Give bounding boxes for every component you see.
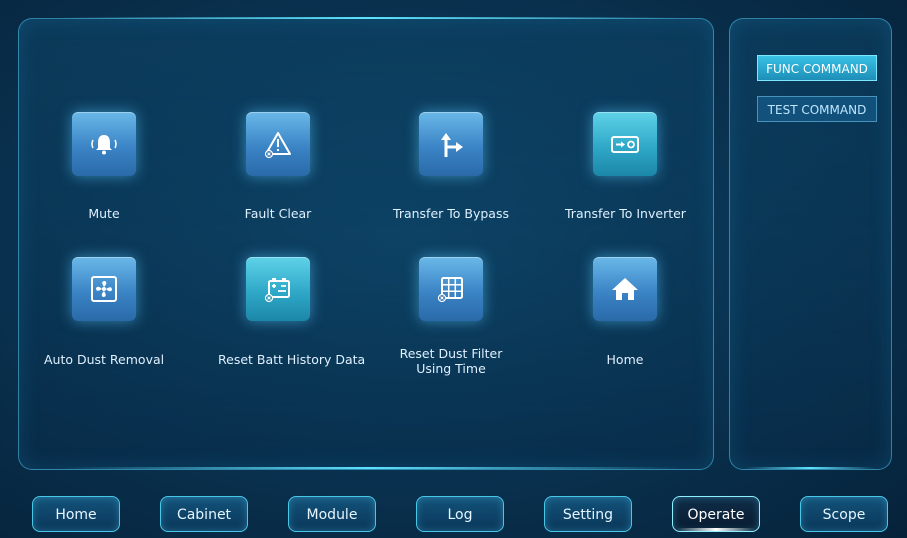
func-command-button[interactable]: FUNC COMMAND bbox=[757, 55, 877, 81]
panel-top-glow bbox=[60, 17, 680, 19]
auto-dust-removal-label: Auto Dust Removal bbox=[44, 352, 165, 367]
side-bottom-glow bbox=[745, 467, 875, 469]
nav-cabinet[interactable]: Cabinet bbox=[160, 496, 248, 532]
transfer-to-inverter-button[interactable] bbox=[593, 112, 657, 176]
auto-dust-removal-button[interactable] bbox=[72, 257, 136, 321]
fan-icon bbox=[91, 276, 117, 302]
bypass-arrow-icon bbox=[441, 133, 463, 157]
reset-dust-filter-label: Reset Dust Filter Using Time bbox=[391, 346, 511, 376]
nav-module[interactable]: Module bbox=[288, 496, 376, 532]
nav-log[interactable]: Log bbox=[416, 496, 504, 532]
reset-dust-filter-label-line2: Using Time bbox=[416, 361, 486, 376]
transfer-to-bypass-button[interactable] bbox=[419, 112, 483, 176]
filter-grid-icon bbox=[437, 277, 463, 303]
function-panel bbox=[18, 18, 714, 470]
transfer-to-inverter-label: Transfer To Inverter bbox=[565, 206, 686, 221]
fault-clear-label: Fault Clear bbox=[244, 206, 312, 221]
reset-dust-filter-button[interactable] bbox=[419, 257, 483, 321]
reset-batt-history-label: Reset Batt History Data bbox=[218, 352, 366, 367]
battery-reset-icon bbox=[264, 278, 290, 303]
home-action-button[interactable] bbox=[593, 257, 657, 321]
nav-active-indicator bbox=[677, 528, 755, 531]
home-action-label: Home bbox=[606, 352, 644, 367]
command-side-panel bbox=[729, 18, 892, 470]
inverter-switch-icon bbox=[611, 136, 639, 153]
fault-clear-button[interactable] bbox=[246, 112, 310, 176]
test-command-button[interactable]: TEST COMMAND bbox=[757, 96, 877, 122]
mute-button[interactable] bbox=[72, 112, 136, 176]
nav-operate[interactable]: Operate bbox=[672, 496, 760, 532]
panel-bottom-glow bbox=[60, 467, 680, 469]
reset-dust-filter-label-line1: Reset Dust Filter bbox=[399, 346, 503, 361]
mute-label: Mute bbox=[88, 206, 120, 221]
nav-home[interactable]: Home bbox=[32, 496, 120, 532]
nav-scope[interactable]: Scope bbox=[800, 496, 888, 532]
reset-batt-history-button[interactable] bbox=[246, 257, 310, 321]
nav-setting[interactable]: Setting bbox=[544, 496, 632, 532]
transfer-to-bypass-label: Transfer To Bypass bbox=[393, 206, 509, 221]
warning-icon bbox=[264, 132, 291, 159]
home-icon bbox=[612, 278, 638, 300]
bell-icon bbox=[91, 135, 117, 155]
